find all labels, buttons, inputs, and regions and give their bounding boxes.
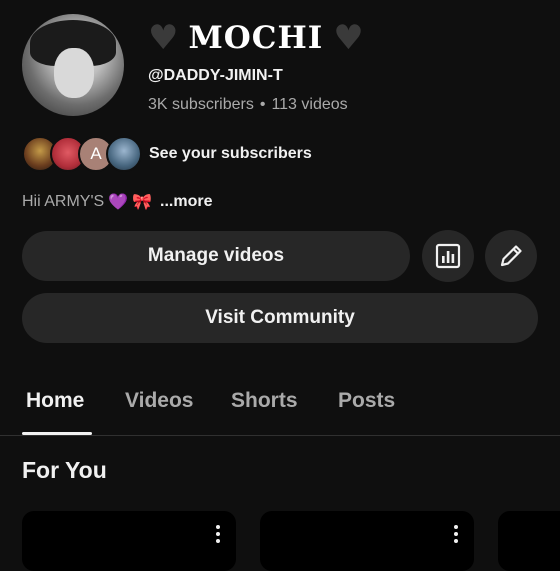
channel-avatar[interactable]: [22, 14, 124, 116]
video-card[interactable]: [22, 511, 236, 571]
subscriber-count: 3K subscribers: [148, 96, 254, 113]
ribbon-icon: 🎀: [132, 192, 153, 211]
avatar-face: [54, 48, 94, 98]
channel-description[interactable]: Hii ARMY'S 💜 🎀 ...more: [22, 192, 213, 211]
video-card[interactable]: [498, 511, 560, 571]
channel-title-row: ♥ MOCHI ♥: [148, 18, 364, 58]
stats-separator: •: [259, 96, 266, 113]
channel-name: MOCHI: [188, 20, 324, 56]
analytics-button[interactable]: [422, 230, 474, 282]
see-subscribers-link[interactable]: See your subscribers: [149, 145, 312, 163]
black-heart-icon: ♥: [333, 18, 364, 58]
video-count: 113 videos: [271, 96, 348, 113]
description-text: Hii ARMY'S: [22, 192, 105, 210]
video-card[interactable]: [260, 511, 474, 571]
tab-shorts[interactable]: Shorts: [231, 389, 298, 413]
tab-home[interactable]: Home: [26, 389, 84, 413]
tabs-divider: [0, 435, 560, 436]
purple-heart-icon: 💜: [108, 192, 129, 211]
pencil-icon: [500, 245, 522, 267]
tab-posts[interactable]: Posts: [338, 389, 395, 413]
channel-tabs: Home Videos Shorts Posts: [0, 380, 560, 436]
manage-videos-button[interactable]: Manage videos: [22, 231, 410, 281]
more-options-icon[interactable]: [454, 525, 458, 546]
subscriber-avatar: [106, 136, 142, 172]
visit-community-button[interactable]: Visit Community: [22, 293, 538, 343]
section-title: For You: [22, 457, 107, 483]
channel-stats: 3K subscribers • 113 videos: [148, 96, 348, 114]
tab-videos[interactable]: Videos: [125, 389, 193, 413]
black-heart-icon: ♥: [148, 18, 179, 58]
channel-handle: @DADDY-JIMIN-T: [148, 67, 283, 84]
description-more-link[interactable]: ...more: [160, 193, 212, 211]
more-options-icon[interactable]: [216, 525, 220, 546]
analytics-icon: [435, 243, 461, 269]
edit-channel-button[interactable]: [485, 230, 537, 282]
